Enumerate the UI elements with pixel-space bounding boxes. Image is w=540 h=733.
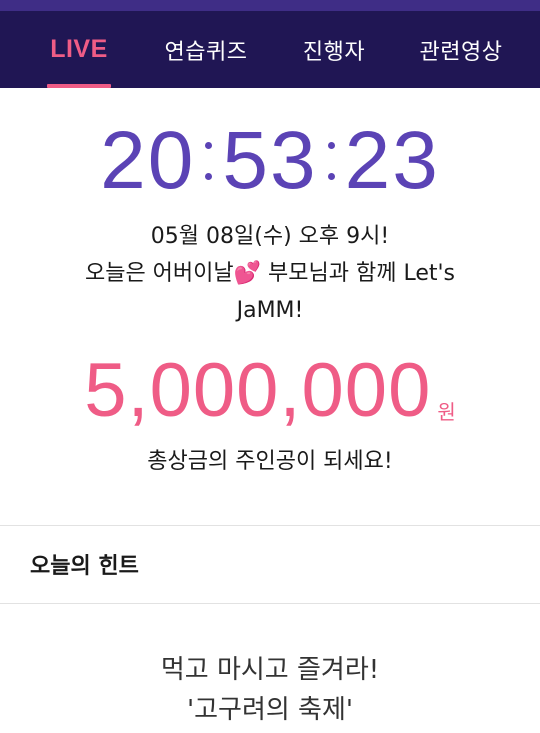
prize-currency-unit: 원 <box>437 402 456 424</box>
timer-separator <box>327 131 335 191</box>
tab-practice-quiz-label: 연습퀴즈 <box>164 39 248 65</box>
tab-related-videos[interactable]: 관련영상 <box>412 11 510 88</box>
hint-line-2: '고구려의 축제' <box>186 695 354 725</box>
active-tab-indicator <box>47 84 111 88</box>
hint-content: 먹고 마시고 즐겨라! '고구려의 축제' <box>0 650 540 730</box>
tab-host[interactable]: 진행자 <box>296 11 372 88</box>
tab-host-label: 진행자 <box>302 39 366 65</box>
countdown-timer: 20 53 23 <box>0 120 540 202</box>
tab-related-videos-label: 관련영상 <box>419 39 503 65</box>
event-line-2-start: 오늘은 어버이날 <box>84 261 234 286</box>
hint-line-1: 먹고 마시고 즐겨라! <box>160 655 380 685</box>
timer-separator <box>205 131 213 191</box>
prize-amount: 5,000,000 원 <box>0 353 540 429</box>
section-divider <box>0 525 540 526</box>
tab-live-label: LIVE <box>50 35 108 63</box>
two-hearts-icon: 💕 <box>233 261 262 286</box>
hint-section-title: 오늘의 힌트 <box>30 554 139 579</box>
tab-live[interactable]: LIVE <box>47 11 111 88</box>
top-nav-bar: LIVE 연습퀴즈 진행자 관련영상 <box>0 0 540 88</box>
timer-hours: 20 <box>100 115 196 206</box>
timer-seconds: 23 <box>344 115 440 206</box>
section-divider <box>0 603 540 604</box>
event-description: 05월 08일(수) 오후 9시! 오늘은 어버이날💕 부모님과 함께 Let'… <box>0 218 540 329</box>
event-line-2-end: 부모님과 함께 Let's <box>261 261 456 286</box>
event-date-line: 05월 08일(수) 오후 9시! <box>150 224 390 249</box>
tab-practice-quiz[interactable]: 연습퀴즈 <box>157 11 255 88</box>
prize-subtitle: 총상금의 주인공이 되세요! <box>147 449 393 474</box>
event-line-3: JaMM! <box>236 298 304 323</box>
event-line-2: 오늘은 어버이날💕 부모님과 함께 Let's <box>0 255 540 292</box>
timer-minutes: 53 <box>222 115 318 206</box>
prize-amount-value: 5,000,000 <box>84 348 432 433</box>
